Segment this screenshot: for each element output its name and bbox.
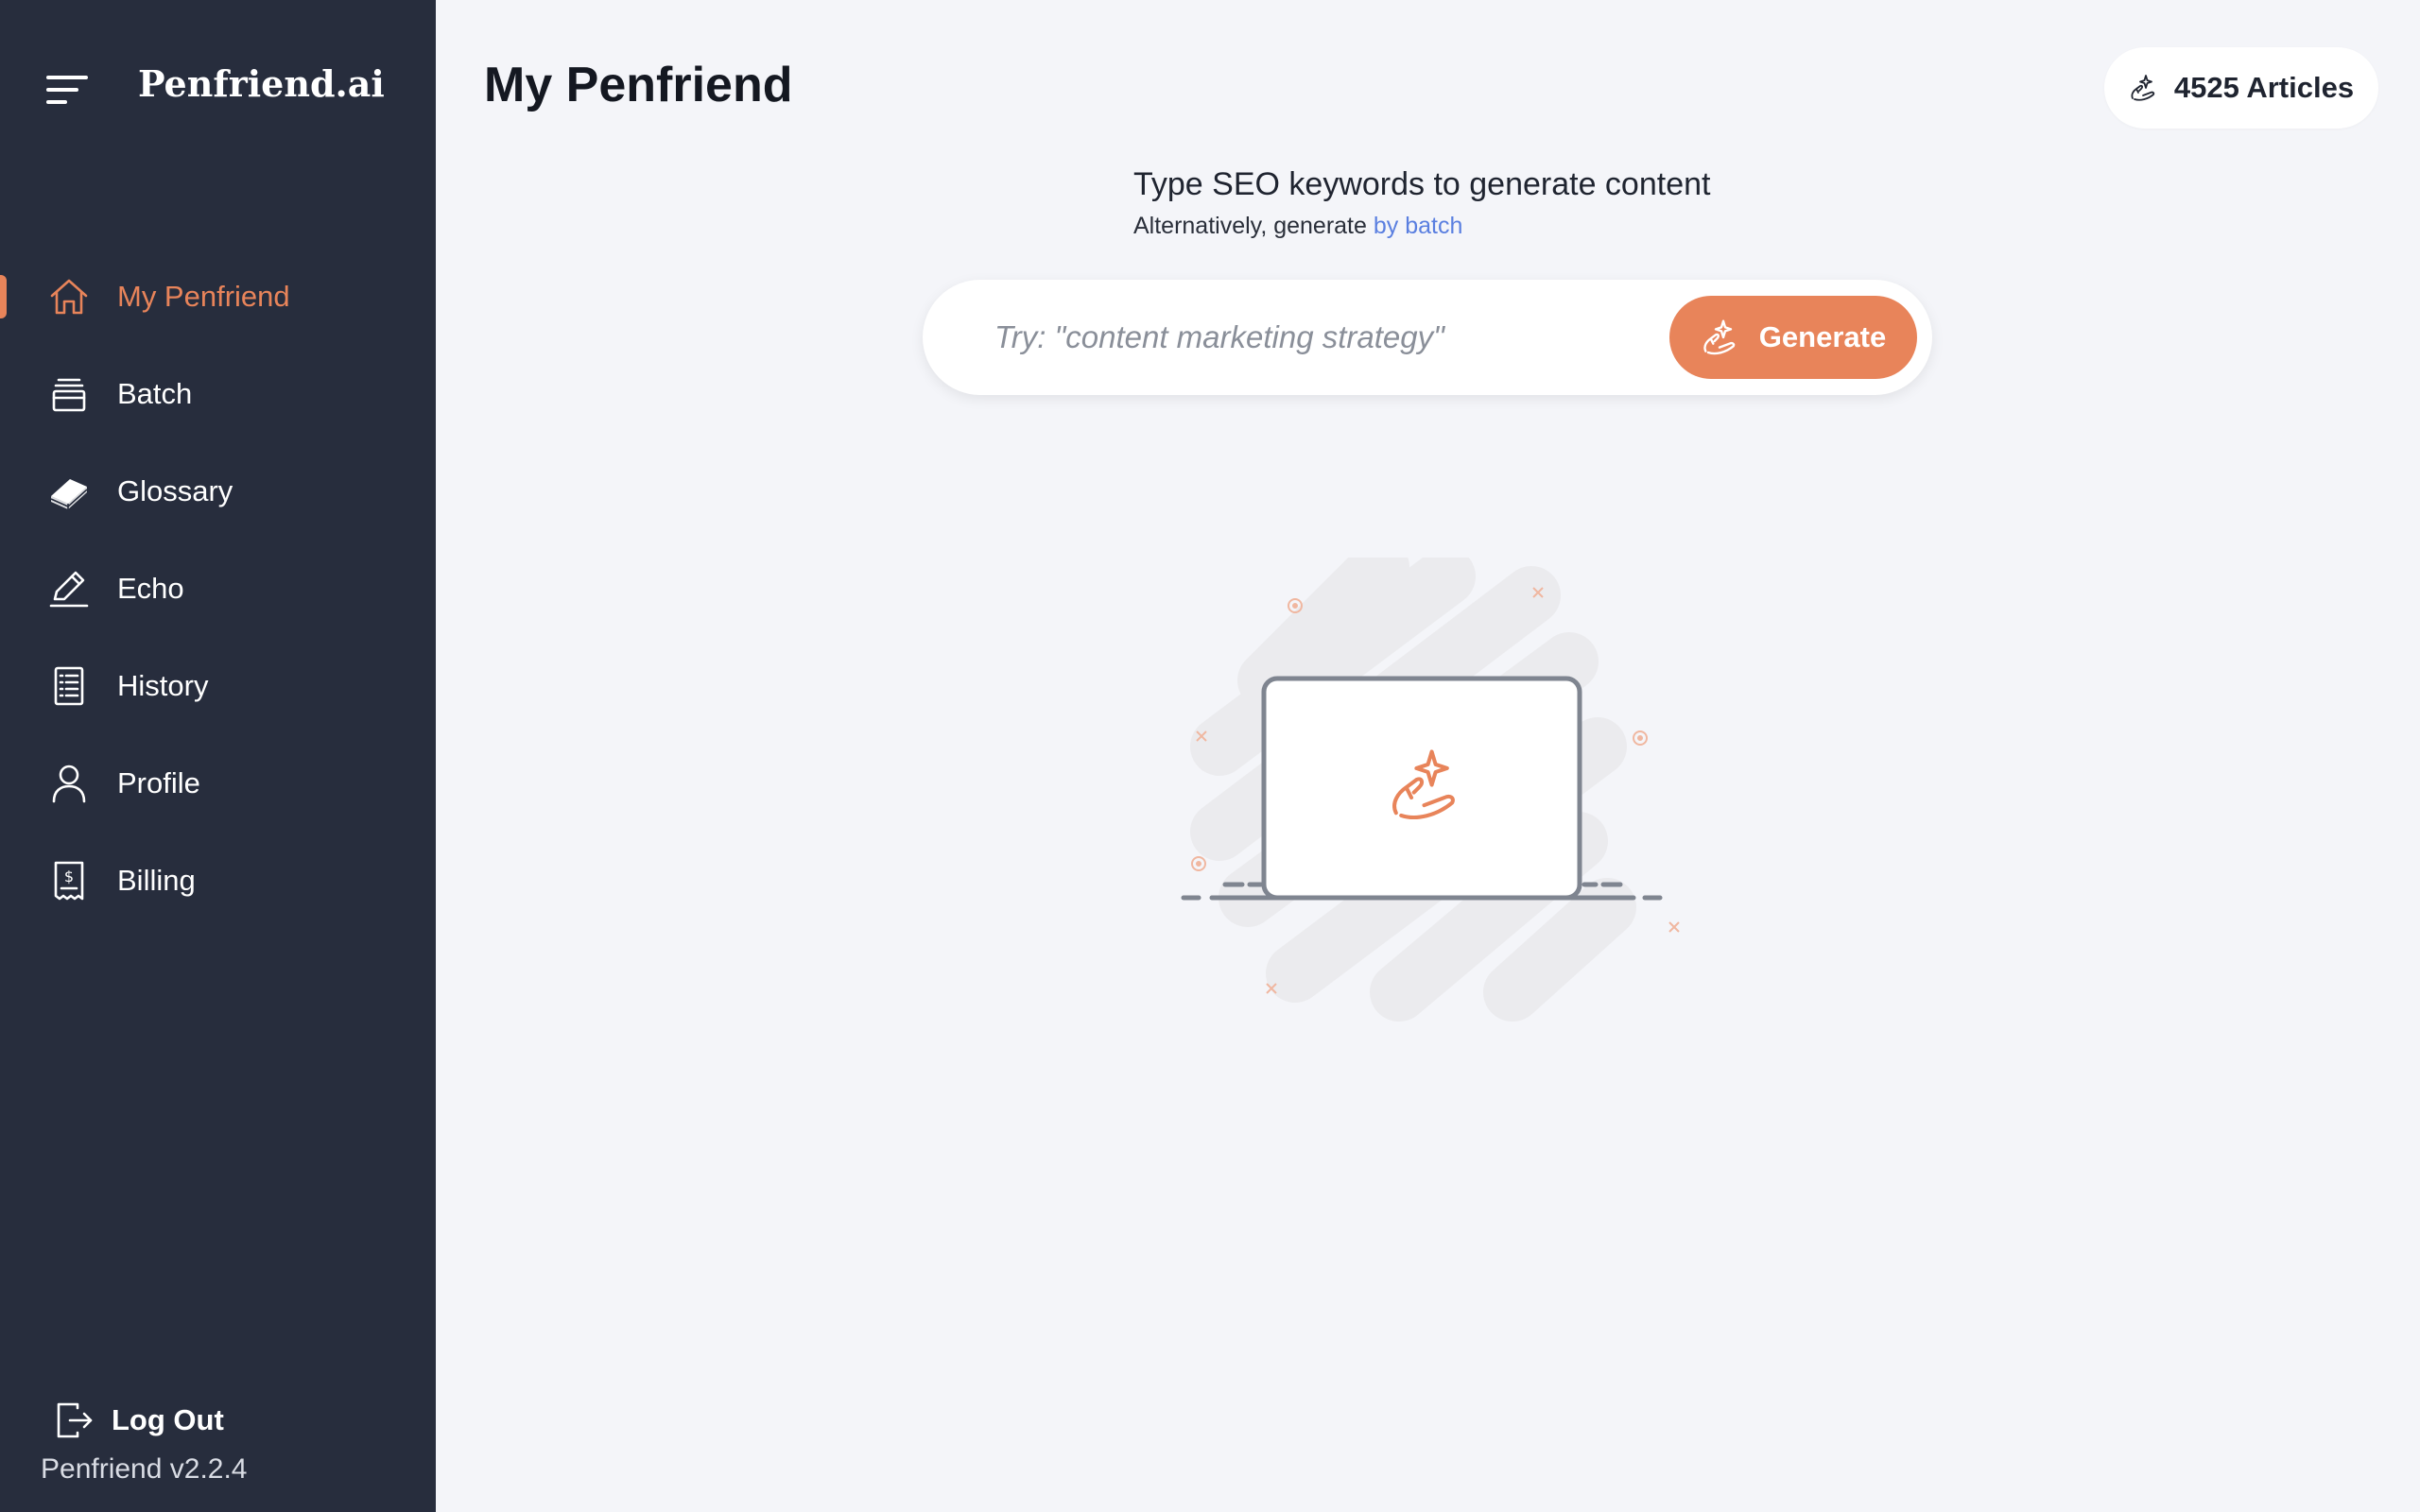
prompt-subtitle-text: Alternatively, generate xyxy=(1133,213,1367,239)
prompt-heading: Type SEO keywords to generate content xyxy=(1133,166,1711,202)
sidebar-nav: My Penfriend Batch Glossary Echo History… xyxy=(0,248,436,929)
generate-button-label: Generate xyxy=(1758,320,1887,353)
brand-logo[interactable]: Penfriend.ai xyxy=(138,62,385,105)
history-icon xyxy=(47,664,91,708)
sidebar-item-batch[interactable]: Batch xyxy=(0,345,436,442)
pencil-icon xyxy=(47,567,91,610)
keyword-search-bar: Generate xyxy=(923,280,1932,395)
home-icon xyxy=(47,275,91,318)
menu-toggle-icon[interactable] xyxy=(46,74,88,106)
svg-text:$: $ xyxy=(64,868,74,885)
sidebar: Penfriend.ai My Penfriend Batch Glossary… xyxy=(0,0,436,1512)
empty-state-illustration xyxy=(1163,538,1692,1030)
sidebar-item-label: Batch xyxy=(117,376,193,410)
sidebar-item-profile[interactable]: Profile xyxy=(0,734,436,832)
sidebar-item-label: My Penfriend xyxy=(117,279,290,313)
logout-button[interactable]: Log Out xyxy=(53,1399,224,1442)
sidebar-item-label: History xyxy=(117,668,209,702)
sidebar-item-glossary[interactable]: Glossary xyxy=(0,442,436,540)
sparkle-hand-icon xyxy=(2129,74,2157,102)
sidebar-item-my-penfriend[interactable]: My Penfriend xyxy=(0,248,436,345)
sidebar-item-history[interactable]: History xyxy=(0,637,436,734)
sidebar-item-label: Glossary xyxy=(117,473,233,507)
sidebar-item-billing[interactable]: $ Billing xyxy=(0,832,436,929)
sparkle-hand-icon xyxy=(1701,318,1738,356)
generate-button[interactable]: Generate xyxy=(1669,296,1917,379)
prompt-subtitle: Alternatively, generate by batch xyxy=(1133,213,1462,240)
articles-count: 4525 Articles xyxy=(2173,71,2355,104)
sidebar-item-label: Profile xyxy=(117,765,200,799)
sidebar-item-echo[interactable]: Echo xyxy=(0,540,436,637)
by-batch-link[interactable]: by batch xyxy=(1374,213,1463,239)
app-version: Penfriend v2.2.4 xyxy=(41,1453,248,1485)
glossary-icon xyxy=(47,470,91,513)
active-indicator xyxy=(0,274,7,318)
logout-icon xyxy=(53,1399,96,1442)
articles-counter-badge: 4525 Articles xyxy=(2104,47,2378,129)
sidebar-item-label: Echo xyxy=(117,571,184,605)
billing-icon: $ xyxy=(47,859,91,902)
app-root: Penfriend.ai My Penfriend Batch Glossary… xyxy=(0,0,2420,1512)
batch-icon xyxy=(47,372,91,416)
page-title: My Penfriend xyxy=(484,58,793,112)
logout-label: Log Out xyxy=(112,1403,224,1436)
keyword-input[interactable] xyxy=(993,308,1639,367)
sidebar-item-label: Billing xyxy=(117,863,196,897)
profile-icon xyxy=(47,762,91,805)
